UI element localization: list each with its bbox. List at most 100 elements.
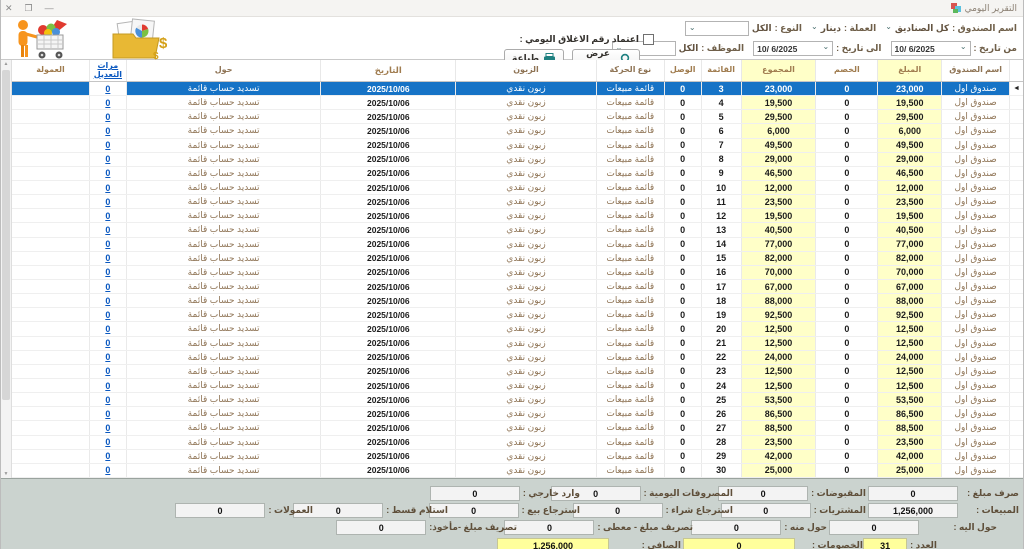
receipt-cell: 0 xyxy=(664,139,701,152)
edit-count-link[interactable]: 0 xyxy=(89,407,126,420)
table-row[interactable]: صندوق اول88,500088,500270قائمة مبيعاتزبو… xyxy=(11,421,1023,435)
edit-count-link[interactable]: 0 xyxy=(89,280,126,293)
column-header-customer[interactable]: الزبون xyxy=(455,60,596,81)
date-cell: 2025/10/06 xyxy=(320,181,455,194)
edit-count-link[interactable]: 0 xyxy=(89,238,126,251)
table-row[interactable]: صندوق اول77,000077,000140قائمة مبيعاتزبو… xyxy=(11,238,1023,252)
column-header-date[interactable]: التاريخ xyxy=(320,60,455,81)
maximize-icon[interactable]: ❐ xyxy=(25,0,33,16)
to-date-picker[interactable]: ⌄ 10/ 6/2025 xyxy=(753,41,833,56)
table-row[interactable]: صندوق اول19,500019,500120قائمة مبيعاتزبو… xyxy=(11,209,1023,223)
table-row[interactable]: صندوق اول25,000025,000300قائمة مبيعاتزبو… xyxy=(11,464,1023,478)
edit-count-link[interactable]: 0 xyxy=(89,450,126,463)
edit-count-link[interactable]: 0 xyxy=(89,167,126,180)
edit-count-link[interactable]: 0 xyxy=(89,209,126,222)
column-header-edit-count[interactable]: مرات التعديل xyxy=(89,60,126,81)
table-row[interactable]: صندوق اول46,500046,50090قائمة مبيعاتزبون… xyxy=(11,167,1023,181)
customer-cell: زبون نقدي xyxy=(455,82,596,95)
chevron-down-icon[interactable]: ⌄ xyxy=(885,23,892,31)
edit-count-link[interactable]: 0 xyxy=(89,96,126,109)
table-row[interactable]: صندوق اول82,000082,000150قائمة مبيعاتزبو… xyxy=(11,252,1023,266)
date-cell: 2025/10/06 xyxy=(320,252,455,265)
table-row[interactable]: صندوق اول92,500092,500190قائمة مبيعاتزبو… xyxy=(11,308,1023,322)
filter-area: اسم الصندوق : كل الصناديق ⌄ العملة : دين… xyxy=(612,20,1021,60)
discount-cell: 0 xyxy=(815,365,877,378)
from-date-picker[interactable]: ⌄ 10/ 6/2025 xyxy=(891,41,971,56)
edit-count-link[interactable]: 0 xyxy=(89,266,126,279)
table-row[interactable]: صندوق اول12,000012,000100قائمة مبيعاتزبو… xyxy=(11,181,1023,195)
employee-combo-value: الكل xyxy=(679,43,699,54)
list-no-cell: 22 xyxy=(701,351,741,364)
column-header-movement-type[interactable]: نوع الحركة xyxy=(596,60,664,81)
chevron-down-icon[interactable]: ⌄ xyxy=(811,23,818,31)
column-header-amount[interactable]: المبلغ xyxy=(877,60,941,81)
table-row[interactable]: صندوق اول29,500029,50050قائمة مبيعاتزبون… xyxy=(11,110,1023,124)
table-row[interactable]: صندوق اول19,500019,50040قائمة مبيعاتزبون… xyxy=(11,96,1023,110)
edit-count-link[interactable]: 0 xyxy=(89,464,126,477)
column-header-list-no[interactable]: القائمة xyxy=(701,60,741,81)
table-row[interactable]: صندوق اول86,500086,500260قائمة مبيعاتزبو… xyxy=(11,407,1023,421)
column-header-total[interactable]: المجموع xyxy=(741,60,816,81)
column-header-fund[interactable]: اسم الصندوق xyxy=(941,60,1009,81)
table-row[interactable]: صندوق اول6,00006,00060قائمة مبيعاتزبون ن… xyxy=(11,124,1023,138)
edit-count-link[interactable]: 0 xyxy=(89,153,126,166)
minimize-icon[interactable]: — xyxy=(45,0,54,16)
column-header-receipt[interactable]: الوصل xyxy=(664,60,701,81)
table-row[interactable]: صندوق اول49,500049,50070قائمة مبيعاتزبون… xyxy=(11,139,1023,153)
summary-value: 0 xyxy=(336,520,426,535)
customer-cell: زبون نقدي xyxy=(455,153,596,166)
edit-count-link[interactable]: 0 xyxy=(89,181,126,194)
edit-count-link[interactable]: 0 xyxy=(89,82,126,95)
table-row[interactable]: صندوق اول40,500040,500130قائمة مبيعاتزبو… xyxy=(11,223,1023,237)
fund-combo[interactable]: كل الصناديق xyxy=(895,23,949,34)
type-combo[interactable]: ⌄ xyxy=(685,21,749,36)
scroll-down-icon[interactable]: ▼ xyxy=(1,471,11,477)
edit-count-link[interactable]: 0 xyxy=(89,124,126,137)
table-row[interactable]: ◄صندوق اول23,000023,00030قائمة مبيعاتزبو… xyxy=(11,82,1023,96)
edit-count-link[interactable]: 0 xyxy=(89,436,126,449)
table-row[interactable]: صندوق اول12,500012,500230قائمة مبيعاتزبو… xyxy=(11,365,1023,379)
fund-cell: صندوق اول xyxy=(941,351,1009,364)
column-header-about[interactable]: حول xyxy=(126,60,321,81)
closing-number-checkbox[interactable] xyxy=(643,34,654,45)
edit-count-link[interactable]: 0 xyxy=(89,223,126,236)
discount-cell: 0 xyxy=(815,209,877,222)
table-row[interactable]: صندوق اول67,000067,000170قائمة مبيعاتزبو… xyxy=(11,280,1023,294)
edit-count-link[interactable]: 0 xyxy=(89,139,126,152)
edit-count-link[interactable]: 0 xyxy=(89,365,126,378)
table-row[interactable]: صندوق اول70,000070,000160قائمة مبيعاتزبو… xyxy=(11,266,1023,280)
edit-count-link[interactable]: 0 xyxy=(89,379,126,392)
table-row[interactable]: صندوق اول12,500012,500240قائمة مبيعاتزبو… xyxy=(11,379,1023,393)
edit-count-link[interactable]: 0 xyxy=(89,351,126,364)
customer-cell: زبون نقدي xyxy=(455,379,596,392)
edit-count-link[interactable]: 0 xyxy=(89,308,126,321)
table-row[interactable]: صندوق اول42,000042,000290قائمة مبيعاتزبو… xyxy=(11,450,1023,464)
table-row[interactable]: صندوق اول23,500023,500110قائمة مبيعاتزبو… xyxy=(11,195,1023,209)
summary-value: 0 xyxy=(829,520,919,535)
column-header-discount[interactable]: الخصم xyxy=(815,60,877,81)
table-row[interactable]: صندوق اول53,500053,500250قائمة مبيعاتزبو… xyxy=(11,393,1023,407)
edit-count-link[interactable]: 0 xyxy=(89,252,126,265)
scroll-up-icon[interactable]: ▲ xyxy=(1,61,11,67)
table-row[interactable]: صندوق اول23,500023,500280قائمة مبيعاتزبو… xyxy=(11,436,1023,450)
table-row[interactable]: صندوق اول29,000029,00080قائمة مبيعاتزبون… xyxy=(11,153,1023,167)
edit-count-link[interactable]: 0 xyxy=(89,421,126,434)
edit-count-link[interactable]: 0 xyxy=(89,322,126,335)
table-row[interactable]: صندوق اول88,000088,000180قائمة مبيعاتزبو… xyxy=(11,294,1023,308)
customer-cell: زبون نقدي xyxy=(455,238,596,251)
edit-count-link[interactable]: 0 xyxy=(89,195,126,208)
table-row[interactable]: صندوق اول12,500012,500200قائمة مبيعاتزبو… xyxy=(11,322,1023,336)
about-cell: تسديد حساب قائمة xyxy=(126,252,321,265)
vertical-scrollbar[interactable]: ▲ ▼ xyxy=(1,60,12,478)
close-icon[interactable]: ✕ xyxy=(5,0,13,16)
scrollbar-thumb[interactable] xyxy=(2,70,10,400)
currency-combo[interactable]: دينار xyxy=(821,23,841,34)
edit-count-link[interactable]: 0 xyxy=(89,337,126,350)
edit-count-link[interactable]: 0 xyxy=(89,110,126,123)
edit-count-link[interactable]: 0 xyxy=(89,393,126,406)
column-header-commission[interactable]: العمولة xyxy=(11,60,89,81)
edit-count-link[interactable]: 0 xyxy=(89,294,126,307)
table-row[interactable]: صندوق اول24,000024,000220قائمة مبيعاتزبو… xyxy=(11,351,1023,365)
commission-cell xyxy=(11,167,89,180)
table-row[interactable]: صندوق اول12,500012,500210قائمة مبيعاتزبو… xyxy=(11,337,1023,351)
